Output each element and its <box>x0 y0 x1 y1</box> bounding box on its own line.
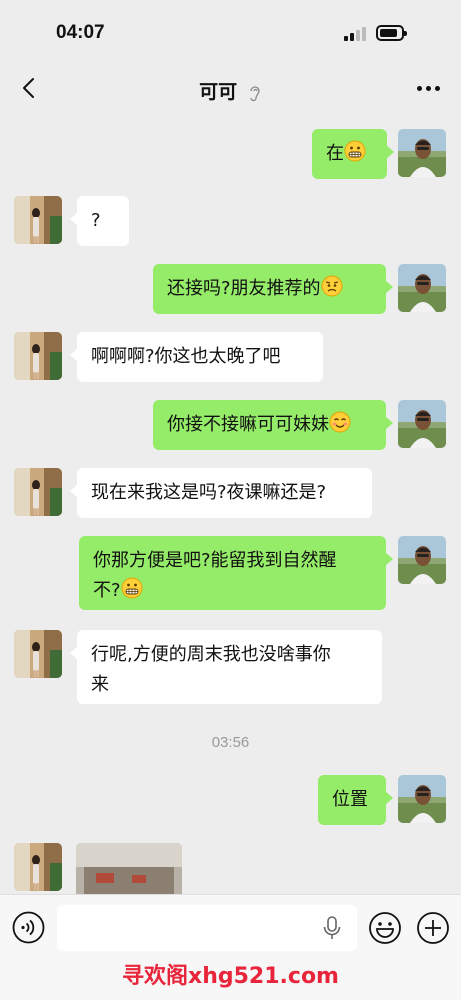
battery-icon <box>376 25 407 41</box>
mic-icon[interactable] <box>320 915 344 941</box>
message-text: 啊啊啊?你这也太晚了吧 <box>91 346 281 367</box>
message-text: ? <box>91 210 101 231</box>
message-input[interactable] <box>57 905 357 951</box>
message-bubble-sent[interactable]: 在 <box>312 129 394 179</box>
watermark: 寻欢阁xhg521.com <box>122 964 339 989</box>
contact-avatar[interactable] <box>14 196 62 244</box>
message-bubble-sent[interactable]: 位置 <box>318 775 393 825</box>
message-list[interactable]: 在 ? 还接吗?朋友推荐的 啊啊啊?你这也太晚了吧 你接不接嘛可可妹妹 现在来我… <box>0 114 461 894</box>
contact-name: 可可 <box>199 81 238 103</box>
chat-title: 可可 <box>0 77 461 104</box>
contact-avatar[interactable] <box>14 630 62 678</box>
message-text: 你接不接嘛可可妹妹 <box>167 414 329 435</box>
message-text-line: 行呢,方便的周末我也没啥事你 <box>91 644 331 665</box>
message-text: 位置 <box>332 789 368 810</box>
signal-icon <box>344 27 366 41</box>
ear-icon <box>250 85 260 101</box>
my-avatar[interactable] <box>398 129 446 177</box>
status-time: 04:07 <box>56 22 105 43</box>
message-text-line: 来 <box>91 674 109 695</box>
grimace-emoji-icon <box>121 577 143 599</box>
my-avatar[interactable] <box>398 536 446 584</box>
voice-icon[interactable] <box>12 911 45 944</box>
message-bubble-sent[interactable]: 你接不接嘛可可妹妹 <box>153 400 393 450</box>
plus-icon[interactable] <box>416 911 450 945</box>
my-avatar[interactable] <box>398 264 446 312</box>
my-avatar[interactable] <box>398 775 446 823</box>
message-text-line: 不? <box>93 580 121 601</box>
status-bar: 04:07 <box>0 0 461 64</box>
grimace-emoji-icon <box>344 140 366 162</box>
chat-header: 可可 <box>0 64 461 114</box>
message-text: 还接吗?朋友推荐的 <box>167 278 321 299</box>
emoji-icon[interactable] <box>368 911 402 945</box>
message-bubble-sent[interactable]: 还接吗?朋友推荐的 <box>153 264 393 314</box>
message-timestamp: 03:56 <box>211 734 250 751</box>
message-bubble-received[interactable]: ? <box>70 196 129 246</box>
input-bar: 寻欢阁xhg521.com <box>0 894 461 1000</box>
contact-avatar[interactable] <box>14 843 62 891</box>
my-avatar[interactable] <box>398 400 446 448</box>
message-bubble-received[interactable]: 现在来我这是吗?夜课嘛还是? <box>70 468 372 518</box>
message-text-line: 你那方便是吧?能留我到自然醒 <box>93 550 337 571</box>
worried-emoji-icon <box>321 275 343 297</box>
contact-avatar[interactable] <box>14 468 62 516</box>
smirk-emoji-icon <box>329 411 351 433</box>
message-bubble-received[interactable]: 行呢,方便的周末我也没啥事你 来 <box>70 630 382 704</box>
message-bubble-received[interactable]: 啊啊啊?你这也太晚了吧 <box>70 332 323 382</box>
contact-avatar[interactable] <box>14 332 62 380</box>
more-icon[interactable] <box>417 84 441 92</box>
message-bubble-sent[interactable]: 你那方便是吧?能留我到自然醒 不? <box>79 536 393 610</box>
message-text: 在 <box>326 143 344 164</box>
image-message[interactable] <box>76 843 182 894</box>
message-text: 现在来我这是吗?夜课嘛还是? <box>91 482 327 503</box>
